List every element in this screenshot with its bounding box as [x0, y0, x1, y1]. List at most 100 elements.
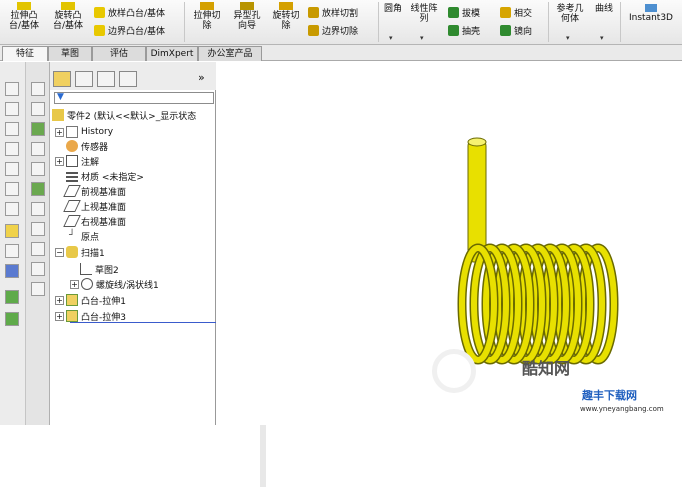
tree-item-origin[interactable]: ┘ 原点	[66, 229, 99, 243]
ribbon-separator	[548, 2, 549, 42]
tab-evaluate[interactable]: 评估	[92, 46, 146, 61]
tab-sketch[interactable]: 草图	[48, 46, 92, 61]
graphics-viewport[interactable]: 酷知网 趣丰下载网 www.yneyangbang.com	[216, 62, 682, 425]
sketch-icon	[80, 263, 92, 275]
display-icon[interactable]	[31, 182, 45, 196]
view-icon[interactable]	[31, 202, 45, 216]
tree-root[interactable]: 零件2 (默认<<默认>_显示状态	[52, 108, 196, 122]
display-icon[interactable]	[31, 122, 45, 136]
intersect-button[interactable]: 相交	[500, 6, 532, 19]
tab-dimxpert[interactable]: DimXpert	[146, 46, 198, 61]
view-cube-icon[interactable]	[5, 82, 19, 96]
expand-panel-icon[interactable]: »	[198, 71, 205, 84]
boundary-cut-button[interactable]: 边界切除	[308, 24, 358, 37]
linear-pattern-dropdown-icon[interactable]: ▾	[420, 34, 424, 42]
view-cube-icon[interactable]	[5, 202, 19, 216]
extrude-boss-button[interactable]: 拉伸凸 台/基体	[2, 2, 46, 31]
watermark-site: 趣丰下载网	[582, 389, 637, 402]
configuration-manager-tab-icon[interactable]	[97, 71, 115, 87]
linear-pattern-button[interactable]: 线性阵 列	[406, 4, 442, 24]
view-cube-icon[interactable]	[5, 122, 19, 136]
tree-item-helix1[interactable]: + 螺旋线/涡状线1	[70, 277, 159, 291]
view-icon[interactable]	[31, 242, 45, 256]
expand-toggle[interactable]: +	[70, 279, 79, 289]
expand-toggle[interactable]: +	[55, 156, 64, 166]
collapse-toggle[interactable]: −	[55, 247, 64, 257]
view-cube-icon[interactable]	[5, 142, 19, 156]
revolve-boss-button[interactable]: 旋转凸 台/基体	[48, 2, 88, 31]
tree-item-sensors[interactable]: 传感器	[66, 139, 108, 153]
tree-item-sweep1[interactable]: − 扫描1	[55, 245, 105, 259]
feature-manager-tabs: »	[50, 62, 216, 90]
tree-item-right-plane[interactable]: 右视基准面	[63, 214, 126, 228]
view-icon[interactable]	[31, 262, 45, 276]
reference-geometry-button[interactable]: 参考几 何体	[552, 4, 588, 24]
tree-item-boss-extrude3[interactable]: + 凸台-拉伸3	[55, 309, 126, 323]
watermark-logo-icon	[432, 349, 476, 393]
tree-item-history[interactable]: + History	[55, 125, 113, 139]
dimension-icon[interactable]	[5, 244, 19, 258]
extrude-cut-button[interactable]: 拉伸切 除	[187, 2, 227, 31]
tree-item-material[interactable]: 材质 <未指定>	[66, 169, 144, 183]
tree-item-boss-extrude1[interactable]: + 凸台-拉伸1	[55, 293, 126, 307]
view-icon[interactable]	[31, 102, 45, 116]
material-icon	[66, 170, 78, 182]
watermark-url: www.yneyangbang.com	[580, 405, 664, 413]
extrude-feature-icon	[66, 294, 78, 306]
tree-item-sketch2[interactable]: 草图2	[80, 262, 119, 276]
curves-dropdown-icon[interactable]: ▾	[600, 34, 604, 42]
shell-icon	[448, 24, 459, 36]
helix-icon	[81, 278, 93, 290]
layer-icon[interactable]	[5, 290, 19, 304]
tree-item-front-plane[interactable]: 前视基准面	[63, 184, 126, 198]
relation-icon[interactable]	[5, 264, 19, 278]
view-icon[interactable]	[31, 142, 45, 156]
view-cube-icon[interactable]	[5, 102, 19, 116]
hole-wizard-icon	[240, 2, 254, 10]
tab-office-products[interactable]: 办公室产品	[198, 46, 262, 61]
feature-tree-tab-icon[interactable]	[53, 71, 71, 87]
feature-tree-filter[interactable]: ▼	[54, 92, 214, 104]
sweep-boss-icon	[94, 6, 105, 18]
expand-toggle[interactable]: +	[55, 295, 64, 305]
filter-funnel-icon: ▼	[57, 92, 64, 102]
rollback-bar[interactable]	[70, 322, 216, 323]
curves-button[interactable]: 曲线	[590, 4, 618, 14]
table-icon[interactable]	[31, 282, 45, 296]
fillet-dropdown-icon[interactable]: ▾	[389, 34, 393, 42]
hole-wizard-button[interactable]: 异型孔 向导	[228, 2, 266, 31]
view-icon[interactable]	[31, 222, 45, 236]
mirror-button[interactable]: 镜向	[500, 24, 532, 37]
instant3d-icon	[645, 4, 657, 12]
layer-icon[interactable]	[5, 312, 19, 326]
view-icon[interactable]	[31, 162, 45, 176]
instant3d-button[interactable]: Instant3D	[622, 4, 680, 23]
draft-button[interactable]: 拔模	[448, 6, 480, 19]
revolve-boss-icon	[61, 2, 75, 10]
revolve-cut-icon	[279, 2, 293, 10]
sweep-boss-button[interactable]: 放样凸台/基体	[94, 6, 165, 19]
ribbon-separator	[620, 2, 621, 42]
expand-toggle[interactable]: +	[55, 311, 64, 321]
tab-features[interactable]: 特征	[2, 46, 48, 61]
sensor-icon	[66, 140, 78, 152]
extrude-boss-icon	[17, 2, 31, 10]
boundary-boss-button[interactable]: 边界凸台/基体	[94, 24, 165, 37]
tree-item-top-plane[interactable]: 上视基准面	[63, 199, 126, 213]
ribbon-separator	[378, 2, 379, 42]
table-icon[interactable]	[31, 82, 45, 96]
revolve-cut-button[interactable]: 旋转切 除	[268, 2, 304, 31]
fillet-button[interactable]: 圆角	[382, 4, 404, 14]
expand-toggle[interactable]: +	[55, 127, 64, 137]
view-cube-icon[interactable]	[5, 182, 19, 196]
view-cube-icon[interactable]	[5, 162, 19, 176]
appearance-tab-icon[interactable]	[119, 71, 137, 87]
sketch-pencil-icon[interactable]	[5, 224, 19, 238]
reference-geometry-dropdown-icon[interactable]: ▾	[566, 34, 570, 42]
shell-button[interactable]: 抽壳	[448, 24, 480, 37]
loft-cut-button[interactable]: 放样切割	[308, 6, 358, 19]
tree-item-annotations[interactable]: + 注解	[55, 154, 99, 168]
annotation-icon	[66, 155, 78, 167]
property-manager-tab-icon[interactable]	[75, 71, 93, 87]
plane-icon	[63, 185, 81, 197]
